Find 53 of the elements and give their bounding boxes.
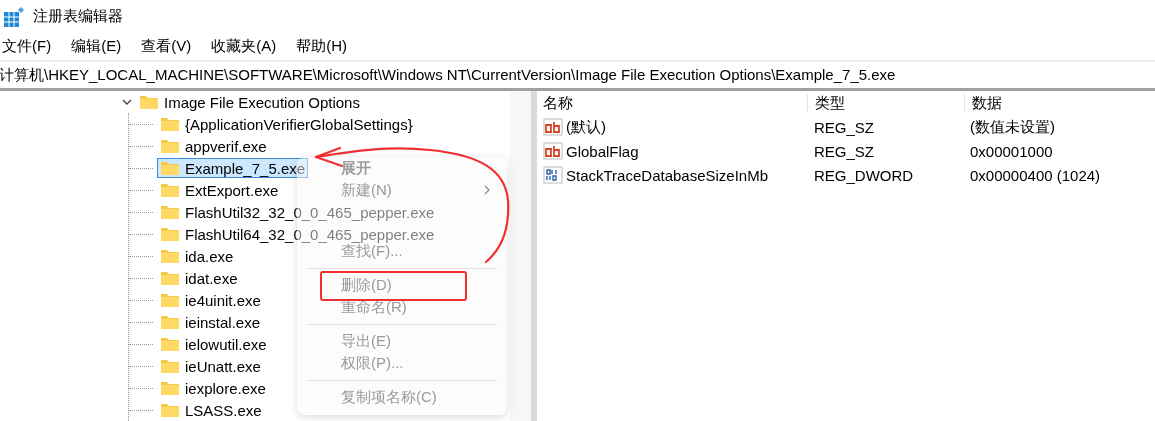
tree-item[interactable]: Image File Execution Options <box>164 93 360 111</box>
column-header[interactable]: 名称 <box>543 93 573 113</box>
tree-item[interactable]: ExtExport.exe <box>185 182 279 198</box>
table-cell: StackTraceDatabaseSizeInMb <box>566 166 769 184</box>
tree-item[interactable]: idat.exe <box>185 270 238 286</box>
text-value-icon <box>543 118 563 136</box>
table-cell: REG_SZ <box>814 142 874 160</box>
folder-icon <box>139 94 159 110</box>
text-value-icon <box>543 142 563 160</box>
folder-icon <box>160 380 180 396</box>
registry-icon <box>3 5 25 28</box>
folder-icon <box>160 336 180 352</box>
table-cell: GlobalFlag <box>566 142 639 160</box>
folder-icon <box>160 182 180 198</box>
menu-item[interactable]: 帮助(H) <box>295 37 348 56</box>
menu-item[interactable]: 编辑(E) <box>70 37 123 56</box>
table-cell: 0x00000400 (1024) <box>970 166 1101 184</box>
menu-item[interactable]: 收藏夹(A) <box>210 37 278 56</box>
tree-item[interactable]: FlashUtil64_32_0_0_465_pepper.exe <box>185 226 435 242</box>
folder-icon <box>160 248 180 264</box>
table-cell: (数值未设置) <box>970 117 1055 135</box>
binary-value-icon <box>543 166 563 184</box>
folder-icon <box>160 204 180 220</box>
table-cell: (默认) <box>566 117 606 137</box>
folder-icon <box>160 116 180 132</box>
window-title: 注册表编辑器 <box>33 7 123 26</box>
tree-item[interactable]: ie4uinit.exe <box>185 292 261 308</box>
folder-icon <box>160 402 180 418</box>
folder-icon <box>160 292 180 308</box>
scrollbar[interactable] <box>510 91 531 421</box>
tree-item[interactable]: appverif.exe <box>185 138 267 154</box>
tree-item[interactable]: LSASS.exe <box>185 402 262 418</box>
folder-icon <box>160 270 180 286</box>
menu-item[interactable]: 文件(F) <box>1 37 53 56</box>
table-cell: REG_DWORD <box>814 166 914 184</box>
folder-icon <box>160 314 180 330</box>
tree-item[interactable]: ieUnatt.exe <box>185 358 261 374</box>
menu-item[interactable]: 查看(V) <box>140 37 193 56</box>
tree-item[interactable]: FlashUtil32_32_0_0_465_pepper.exe <box>185 204 435 220</box>
folder-icon <box>160 160 180 176</box>
tree-item[interactable]: ieinstal.exe <box>185 314 261 330</box>
tree-item[interactable]: {ApplicationVerifierGlobalSettings} <box>185 116 413 132</box>
tree-item[interactable]: Example_7_5.exe <box>157 158 309 178</box>
column-header[interactable]: 类型 <box>815 93 845 111</box>
tree-item[interactable]: ida.exe <box>185 248 234 264</box>
folder-icon <box>160 138 180 154</box>
column-header[interactable]: 数据 <box>972 93 1002 111</box>
table-cell: REG_SZ <box>814 118 874 136</box>
table-cell: 0x00001000 <box>970 142 1053 160</box>
folder-icon <box>160 358 180 374</box>
tree-item[interactable]: ielowutil.exe <box>185 336 267 352</box>
folder-icon <box>160 226 180 242</box>
tree-item[interactable]: iexplore.exe <box>185 380 266 396</box>
